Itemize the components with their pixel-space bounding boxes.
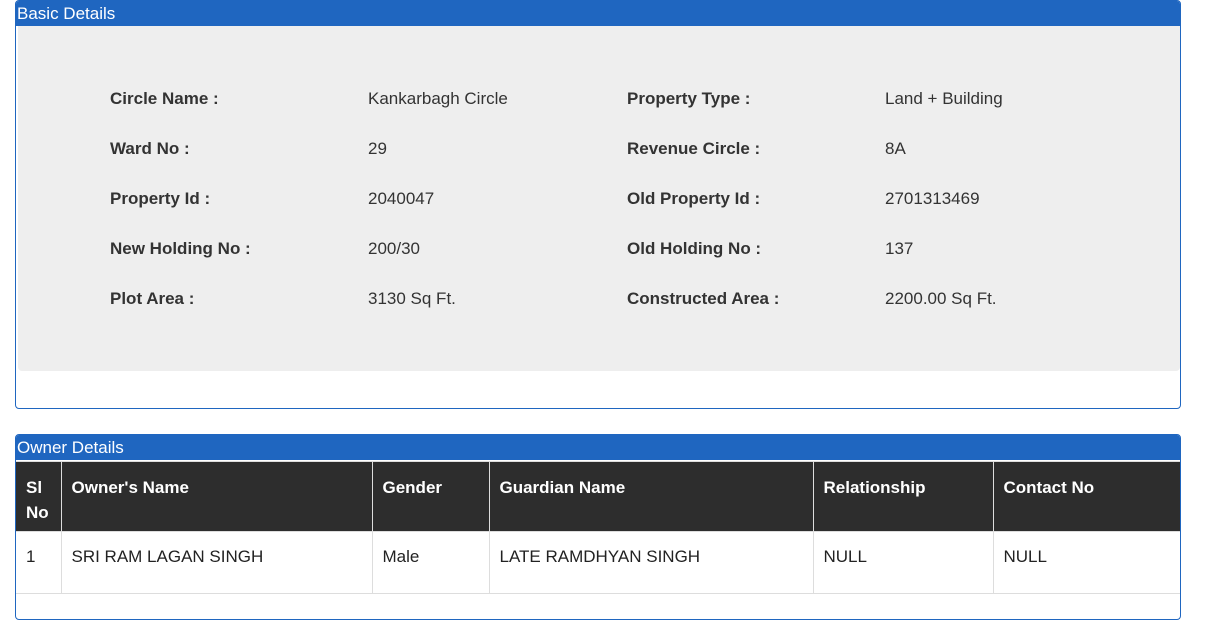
- column-header-guardian-name: Guardian Name: [488, 461, 814, 532]
- property-type-label: Property Type :: [627, 89, 751, 108]
- constructed-area-value: 2200.00 Sq Ft.: [885, 289, 997, 308]
- detail-row-ward: Ward No : 29 Revenue Circle : 8A: [18, 137, 1180, 161]
- owner-details-heading: Owner Details: [16, 435, 1180, 460]
- cell-sl-no: 1: [16, 531, 62, 594]
- plot-area-label: Plot Area :: [110, 289, 195, 308]
- owner-table: Sl No Owner's Name Gender Guardian Name …: [16, 461, 1180, 594]
- detail-row-area: Plot Area : 3130 Sq Ft. Constructed Area…: [18, 287, 1180, 311]
- new-holding-no-label: New Holding No :: [110, 239, 251, 258]
- circle-name-value: Kankarbagh Circle: [368, 89, 508, 108]
- cell-guardian-name: LATE RAMDHYAN SINGH: [488, 531, 814, 594]
- property-id-label: Property Id :: [110, 189, 211, 208]
- detail-row-circle: Circle Name : Kankarbagh Circle Property…: [18, 87, 1180, 111]
- revenue-circle-label: Revenue Circle :: [627, 139, 761, 158]
- new-holding-no-value: 200/30: [368, 239, 420, 258]
- owner-table-header-row: Sl No Owner's Name Gender Guardian Name …: [16, 461, 1180, 532]
- cell-relationship: NULL: [812, 531, 994, 594]
- column-header-relationship: Relationship: [812, 461, 994, 532]
- old-property-id-label: Old Property Id :: [627, 189, 761, 208]
- cell-contact-no: NULL: [992, 531, 1180, 594]
- old-holding-no-label: Old Holding No :: [627, 239, 762, 258]
- basic-details-panel: Basic Details Circle Name : Kankarbagh C…: [15, 0, 1181, 409]
- table-row: 1 SRI RAM LAGAN SINGH Male LATE RAMDHYAN…: [16, 531, 1180, 594]
- revenue-circle-value: 8A: [885, 139, 906, 158]
- constructed-area-label: Constructed Area :: [627, 289, 780, 308]
- column-header-sl-no: Sl No: [16, 461, 62, 532]
- detail-row-property-id: Property Id : 2040047 Old Property Id : …: [18, 187, 1180, 211]
- old-property-id-value: 2701313469: [885, 189, 980, 208]
- cell-gender: Male: [371, 531, 490, 594]
- property-type-value: Land + Building: [885, 89, 1003, 108]
- old-holding-no-value: 137: [885, 239, 914, 258]
- plot-area-value: 3130 Sq Ft.: [368, 289, 456, 308]
- ward-no-value: 29: [368, 139, 387, 158]
- owner-details-panel: Owner Details Sl No Owner's Name Gender …: [15, 434, 1181, 620]
- property-id-value: 2040047: [368, 189, 435, 208]
- ward-no-label: Ward No :: [110, 139, 190, 158]
- column-header-owner-name: Owner's Name: [60, 461, 373, 532]
- column-header-contact-no: Contact No: [992, 461, 1180, 532]
- cell-owner-name: SRI RAM LAGAN SINGH: [60, 531, 373, 594]
- basic-details-body: Circle Name : Kankarbagh Circle Property…: [18, 26, 1180, 371]
- basic-details-heading: Basic Details: [16, 1, 1180, 26]
- circle-name-label: Circle Name :: [110, 89, 219, 108]
- column-header-gender: Gender: [371, 461, 490, 532]
- detail-row-holding: New Holding No : 200/30 Old Holding No :…: [18, 237, 1180, 261]
